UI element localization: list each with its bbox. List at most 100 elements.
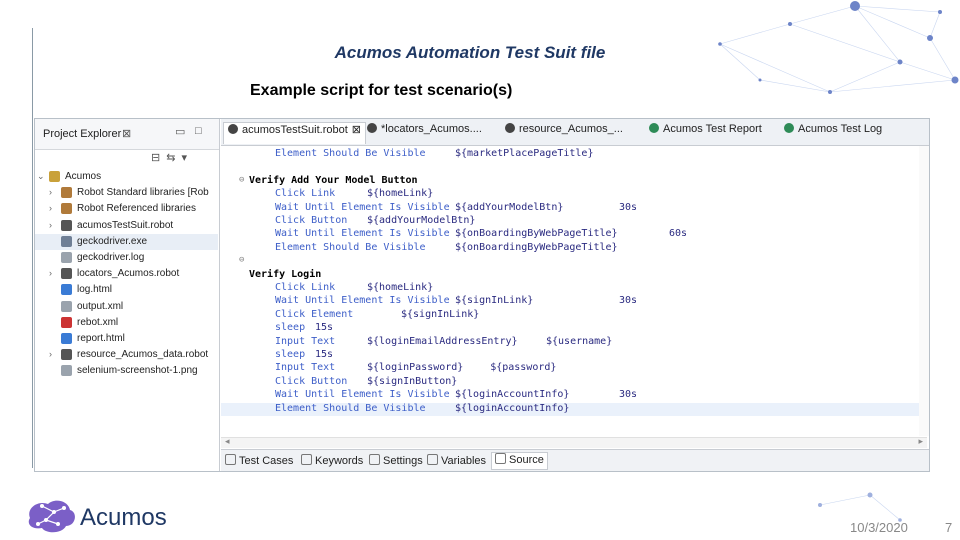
tab-icon [225,454,236,465]
code-line: ⊖ [221,255,929,268]
code-line: Element Should Be Visible ${loginAccountI… [221,402,929,416]
argument: 15s [315,349,334,360]
code-line: Wait Until Element Is Visible ${addYourMo… [221,202,929,215]
editor-area: acumosTestSuit.robot ⊠ *locators_Acumos...… [221,119,929,471]
code-line: Click Button ${addYourModelBtn} [221,215,929,228]
tree-item[interactable]: › locators_Acumos.robot [35,266,218,282]
keyword: Wait Until Element Is Visible [275,201,450,213]
tree-item[interactable]: › resource_Acumos_data.robot [35,347,218,363]
keyword: Wait Until Element Is Visible [275,389,450,401]
tree-item[interactable]: geckodriver.exe [35,233,218,250]
expand-arrow-icon[interactable]: ⌄ [37,171,47,182]
expand-arrow-icon[interactable]: › [49,203,59,213]
vertical-scrollbar[interactable] [919,146,929,436]
tree-item[interactable]: log.html [35,282,218,298]
bottom-tab[interactable]: Settings [369,454,423,470]
argument: ${loginAccountInfo} [455,389,570,401]
argument: 30s [619,201,638,213]
tree-item[interactable]: output.xml [35,299,218,315]
editor-tab[interactable]: acumosTestSuit.robot ⊠ [223,122,366,144]
close-icon[interactable]: ⊠ [122,127,131,140]
project-explorer-tab-label: Project Explorer [43,128,122,140]
argument: ${signInLink} [401,308,480,320]
file-icon [61,349,72,361]
scroll-right-icon[interactable]: ▸ [918,436,923,447]
editor-tab[interactable]: Acumos Test Log [784,123,882,141]
keyword: Click Element [275,308,354,320]
bottom-tab-label: Settings [383,455,423,467]
argument: 30s [619,295,638,307]
editor-bottom-tabs: Test Cases Keywords Settings Variables Sourc… [221,449,929,471]
argument: ${homeLink} [367,188,434,200]
keyword: Click Link [275,188,336,200]
tree-item[interactable]: › Robot Standard libraries [Rob [35,185,218,201]
code-line: Click Link ${homeLink} [221,282,929,295]
argument: ${signInLink} [455,295,534,307]
keyword: Element Should Be Visible [275,402,426,414]
editor-tab[interactable]: resource_Acumos_... [505,123,623,141]
minimize-icon[interactable]: ▭ [175,125,185,138]
file-icon [61,316,72,328]
slide-title: Acumos Automation Test Suit file [334,43,606,62]
project-explorer-panel: Project Explorer ⊠ ▭ □ ⊟⇆▾ ⌄ Acumos › Robot… [35,119,220,471]
file-type-icon [505,123,515,133]
editor-tab-label: acumosTestSuit.robot [242,124,348,136]
code-line: Input Text ${loginEmailAddressEntry} ${use… [221,336,929,349]
expand-arrow-icon[interactable]: › [49,220,59,230]
tree-item-label: resource_Acumos_data.robot [77,349,209,361]
tree-item[interactable]: › acumosTestSuit.robot [35,218,218,234]
link-editor-icon[interactable]: ⇆ [166,152,181,164]
file-icon [61,333,72,344]
code-line: ⊖ Verify Add Your Model Button [221,175,929,188]
file-type-icon [228,124,238,134]
editor-tab-label: resource_Acumos_... [519,123,623,135]
argument: ${homeLink} [367,282,434,293]
editor-tabs: acumosTestSuit.robot ⊠ *locators_Acumos...… [221,119,929,146]
expand-arrow-icon[interactable]: › [49,268,59,278]
scroll-left-icon[interactable]: ◂ [225,436,230,447]
code-line: Click Button ${signInButton} [221,376,929,389]
tree-item[interactable]: selenium-screenshot-1.png [35,363,218,379]
expand-arrow-icon[interactable]: › [49,187,59,197]
code-line: Click Element ${signInLink} [221,309,929,322]
close-icon[interactable]: ⊠ [352,124,361,136]
tree-item[interactable]: › Robot Referenced libraries [35,201,218,217]
tab-icon [427,454,438,465]
tree-item-label: report.html [77,333,125,344]
editor-tab-label: *locators_Acumos.... [381,123,482,135]
keyword: Input Text [275,362,336,374]
file-icon [61,268,72,280]
bottom-tab[interactable]: Source [491,452,548,470]
project-explorer-tab[interactable]: Project Explorer ⊠ ▭ □ [35,119,219,150]
acumos-logo-text: Acumos [80,504,167,531]
keyword: Wait Until Element Is Visible [275,295,450,307]
maximize-icon[interactable]: □ [195,125,202,137]
tree-item[interactable]: rebot.xml [35,315,218,331]
keyword: Click Button [275,375,348,387]
code-editor[interactable]: Element Should Be Visible ${marketPlacePa… [221,146,929,436]
file-icon [61,235,72,247]
tree-item-label: geckodriver.exe [77,235,148,247]
argument: ${username} [546,335,613,347]
horizontal-scrollbar[interactable]: ◂ ▸ [221,436,927,448]
tree-item-label: Acumos [65,171,102,182]
editor-tab[interactable]: *locators_Acumos.... [367,123,482,141]
editor-tab[interactable]: Acumos Test Report [649,123,762,141]
bottom-tab[interactable]: Keywords [301,454,363,470]
tree-item-label: acumosTestSuit.robot [77,219,174,231]
collapse-all-icon[interactable]: ⊟ [151,152,166,164]
file-icon [61,284,72,296]
eclipse-screenshot: Project Explorer ⊠ ▭ □ ⊟⇆▾ ⌄ Acumos › Robot… [34,118,930,472]
view-menu-icon[interactable]: ▾ [181,152,193,164]
expand-arrow-icon[interactable]: › [49,349,59,359]
argument: ${onBoardingByWebPageTitle} [455,241,618,253]
tree-item[interactable]: report.html [35,331,218,347]
code-line: Element Should Be Visible ${onBoardingByW… [221,242,929,255]
bottom-tab[interactable]: Variables [427,454,486,470]
bottom-tab[interactable]: Test Cases [225,454,293,470]
file-icon [61,252,72,263]
file-type-icon [784,123,794,133]
tree-item[interactable]: ⌄ Acumos [35,169,218,185]
file-type-icon [649,123,659,133]
tree-item[interactable]: geckodriver.log [35,250,218,266]
